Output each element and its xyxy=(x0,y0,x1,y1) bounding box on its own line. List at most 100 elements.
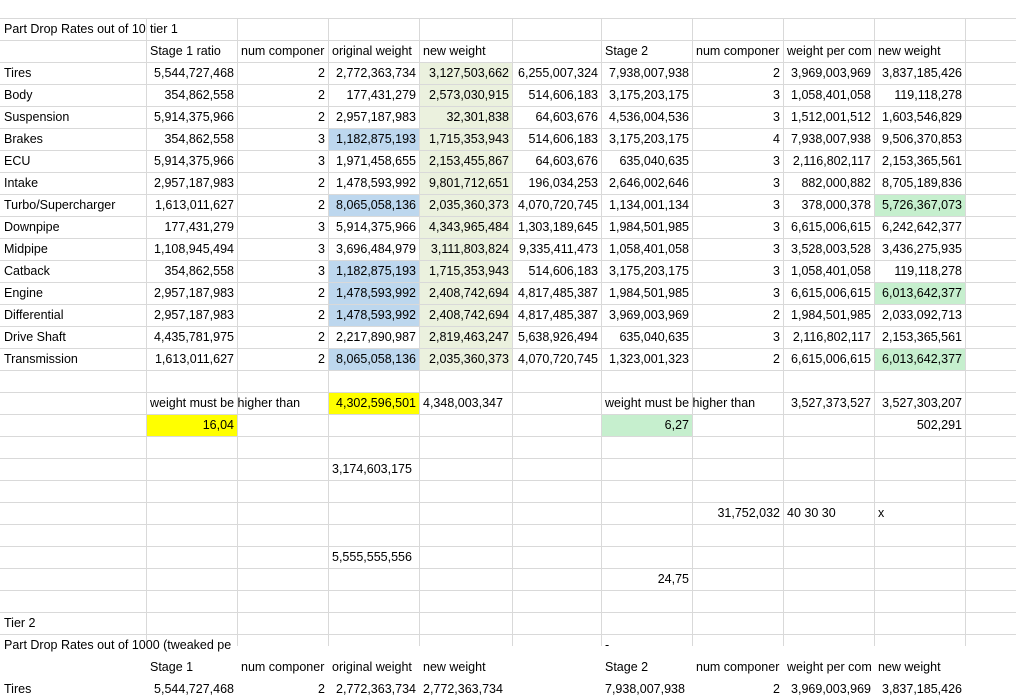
sheet-cell[interactable]: Tires xyxy=(1,63,146,84)
sheet-cell[interactable]: 3 xyxy=(693,283,783,304)
sheet-cell[interactable]: 2,116,802,117 xyxy=(784,151,874,172)
sheet-cell[interactable]: 8,065,058,136 xyxy=(329,349,419,370)
sheet-cell[interactable]: 2 xyxy=(238,349,328,370)
sheet-cell[interactable]: 3 xyxy=(238,217,328,238)
sheet-cell[interactable]: new weight xyxy=(420,41,512,62)
sheet-cell[interactable]: 3,837,185,426 xyxy=(875,63,965,84)
sheet-cell[interactable]: 32,301,838 xyxy=(420,107,512,128)
sheet-cell[interactable]: original weight xyxy=(329,41,419,62)
sheet-cell[interactable]: Body xyxy=(1,85,146,106)
sheet-cell[interactable]: 3 xyxy=(238,129,328,150)
sheet-cell[interactable]: 2,957,187,983 xyxy=(147,173,237,194)
sheet-cell[interactable]: 31,752,032 xyxy=(693,503,783,524)
sheet-cell[interactable]: 5,555,555,556 xyxy=(329,547,419,568)
sheet-cell[interactable]: 3 xyxy=(693,217,783,238)
sheet-cell[interactable]: Transmission xyxy=(1,349,146,370)
sheet-cell[interactable]: 4,070,720,745 xyxy=(513,349,601,370)
sheet-cell[interactable]: 2 xyxy=(238,63,328,84)
sheet-cell[interactable]: new weight xyxy=(875,657,965,678)
sheet-cell[interactable]: 4,070,720,745 xyxy=(513,195,601,216)
sheet-cell[interactable]: 2,957,187,983 xyxy=(147,283,237,304)
sheet-cell[interactable]: 4,348,003,347 xyxy=(420,393,512,414)
sheet-cell[interactable]: 4 xyxy=(693,129,783,150)
sheet-cell[interactable]: 3,111,803,824 xyxy=(420,239,512,260)
sheet-cell[interactable]: 1,058,401,058 xyxy=(602,239,692,260)
sheet-cell[interactable]: 514,606,183 xyxy=(513,261,601,282)
sheet-cell[interactable]: 502,291 xyxy=(875,415,965,436)
sheet-cell[interactable]: 177,431,279 xyxy=(147,217,237,238)
sheet-cell[interactable]: 4,536,004,536 xyxy=(602,107,692,128)
sheet-cell[interactable]: 1,182,875,193 xyxy=(329,129,419,150)
sheet-cell[interactable]: 5,544,727,468 xyxy=(147,63,237,84)
sheet-cell[interactable]: 1,715,353,943 xyxy=(420,261,512,282)
sheet-cell[interactable]: 2 xyxy=(238,283,328,304)
sheet-cell[interactable]: 2,408,742,694 xyxy=(420,305,512,326)
sheet-cell[interactable]: 6,013,642,377 xyxy=(875,349,965,370)
sheet-cell[interactable]: num componer xyxy=(238,657,328,678)
sheet-cell[interactable]: 3 xyxy=(693,261,783,282)
sheet-cell[interactable]: 2,153,455,867 xyxy=(420,151,512,172)
sheet-cell[interactable]: 2 xyxy=(238,679,328,700)
sheet-cell[interactable]: 1,323,001,323 xyxy=(602,349,692,370)
sheet-cell[interactable]: 2,573,030,915 xyxy=(420,85,512,106)
sheet-cell[interactable]: 1,182,875,193 xyxy=(329,261,419,282)
sheet-cell[interactable]: 2 xyxy=(693,679,783,700)
sheet-cell[interactable]: 2 xyxy=(238,195,328,216)
sheet-cell[interactable]: 2,153,365,561 xyxy=(875,327,965,348)
sheet-cell[interactable]: 2,772,363,734 xyxy=(420,679,512,700)
sheet-cell[interactable]: 1,108,945,494 xyxy=(147,239,237,260)
sheet-cell[interactable]: 4,817,485,387 xyxy=(513,283,601,304)
sheet-cell[interactable]: 3,528,003,528 xyxy=(784,239,874,260)
sheet-cell[interactable]: Stage 2 xyxy=(602,41,692,62)
sheet-cell[interactable]: 3,175,203,175 xyxy=(602,129,692,150)
sheet-cell[interactable]: Midpipe xyxy=(1,239,146,260)
sheet-cell[interactable]: original weight xyxy=(329,657,419,678)
sheet-cell[interactable]: weight must be higher than xyxy=(602,393,755,414)
sheet-cell[interactable]: 2,035,360,373 xyxy=(420,349,512,370)
sheet-cell[interactable]: num componer xyxy=(693,41,783,62)
sheet-cell[interactable]: 6,013,642,377 xyxy=(875,283,965,304)
sheet-cell[interactable]: tier 1 xyxy=(147,19,237,40)
sheet-cell[interactable]: Stage 2 xyxy=(602,657,692,678)
sheet-cell[interactable]: 9,335,411,473 xyxy=(513,239,601,260)
sheet-cell[interactable]: 4,343,965,484 xyxy=(420,217,512,238)
sheet-cell[interactable]: Differential xyxy=(1,305,146,326)
sheet-cell[interactable]: 8,705,189,836 xyxy=(875,173,965,194)
sheet-cell[interactable]: 3,969,003,969 xyxy=(784,679,874,700)
sheet-cell[interactable]: 2,957,187,983 xyxy=(329,107,419,128)
sheet-cell[interactable]: 64,603,676 xyxy=(513,107,601,128)
sheet-cell[interactable]: Downpipe xyxy=(1,217,146,238)
sheet-cell[interactable]: 1,613,011,627 xyxy=(147,349,237,370)
sheet-cell[interactable]: 635,040,635 xyxy=(602,151,692,172)
sheet-cell[interactable]: 16,04 xyxy=(147,415,237,436)
sheet-cell[interactable]: Stage 1 ratio xyxy=(147,41,237,62)
sheet-cell[interactable]: 3 xyxy=(238,151,328,172)
sheet-cell[interactable]: 119,118,278 xyxy=(875,261,965,282)
sheet-cell[interactable]: 3,175,203,175 xyxy=(602,261,692,282)
sheet-cell[interactable]: 2,819,463,247 xyxy=(420,327,512,348)
sheet-cell[interactable]: 3 xyxy=(693,239,783,260)
sheet-cell[interactable]: Tires xyxy=(1,679,146,700)
sheet-cell[interactable]: 1,715,353,943 xyxy=(420,129,512,150)
sheet-cell[interactable]: 196,034,253 xyxy=(513,173,601,194)
sheet-cell[interactable]: 514,606,183 xyxy=(513,129,601,150)
sheet-cell[interactable]: 5,726,367,073 xyxy=(875,195,965,216)
sheet-cell[interactable]: 119,118,278 xyxy=(875,85,965,106)
sheet-cell[interactable]: 5,638,926,494 xyxy=(513,327,601,348)
sheet-cell[interactable]: 5,544,727,468 xyxy=(147,679,237,700)
sheet-cell[interactable]: 354,862,558 xyxy=(147,261,237,282)
sheet-cell[interactable]: 2 xyxy=(238,327,328,348)
sheet-cell[interactable]: 3,969,003,969 xyxy=(784,63,874,84)
sheet-cell[interactable]: 6,255,007,324 xyxy=(513,63,601,84)
sheet-cell[interactable]: 64,603,676 xyxy=(513,151,601,172)
sheet-cell[interactable]: 3,969,003,969 xyxy=(602,305,692,326)
sheet-cell[interactable]: 2,646,002,646 xyxy=(602,173,692,194)
sheet-cell[interactable]: 354,862,558 xyxy=(147,85,237,106)
sheet-cell[interactable]: 6,242,642,377 xyxy=(875,217,965,238)
sheet-cell[interactable]: 3 xyxy=(693,173,783,194)
sheet-cell[interactable]: 2 xyxy=(238,173,328,194)
sheet-cell[interactable]: 2,772,363,734 xyxy=(329,679,419,700)
sheet-cell[interactable]: 1,971,458,655 xyxy=(329,151,419,172)
sheet-cell[interactable]: 5,914,375,966 xyxy=(329,217,419,238)
sheet-cell[interactable]: Brakes xyxy=(1,129,146,150)
